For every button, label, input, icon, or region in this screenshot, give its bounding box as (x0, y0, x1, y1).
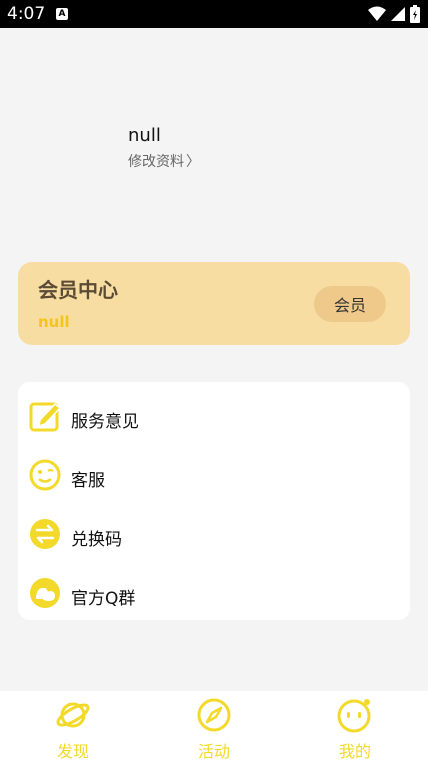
exchange-arrows-icon (30, 519, 60, 549)
nav-tab-label: 发现 (56, 742, 89, 761)
service-label: 官方Q群 (71, 589, 136, 609)
nav-tab-label: 活动 (197, 742, 230, 761)
member-center-title: 会员中心 (38, 278, 118, 302)
member-center-card[interactable]: 会员中心 null 会员 (18, 262, 410, 345)
face-icon (337, 699, 371, 733)
planet-icon (56, 702, 90, 728)
status-icons (368, 5, 420, 23)
wifi-icon (368, 6, 386, 21)
member-status: null (38, 313, 70, 331)
nav-tab-discover[interactable]: 发现 (33, 691, 113, 762)
service-item-feedback[interactable]: 服务意见 (18, 389, 410, 439)
edit-profile-link[interactable]: 修改资料 〉 (128, 151, 200, 171)
service-item-qq-group[interactable]: 官方Q群 (18, 566, 410, 616)
chat-bubbles-icon (30, 578, 60, 608)
cellular-signal-icon (391, 7, 405, 21)
notification-app-icon: A (56, 8, 68, 20)
status-time: 4:07 (7, 4, 46, 24)
battery-icon (410, 5, 420, 23)
member-button[interactable]: 会员 (314, 286, 386, 322)
smile-face-icon (29, 459, 61, 491)
profile-screen: 4:07 A null 修改资料 〉 会员中心 null 会员 服务意见 客服 … (0, 0, 428, 762)
status-bar: 4:07 A (0, 0, 428, 28)
service-label: 兑换码 (71, 530, 122, 550)
nav-tab-activity[interactable]: 活动 (174, 691, 254, 762)
edit-profile-label: 修改资料 (128, 154, 184, 170)
compass-icon (197, 698, 231, 732)
nav-tab-label: 我的 (338, 742, 371, 761)
chevron-right-icon: 〉 (186, 154, 200, 170)
service-label: 服务意见 (71, 412, 139, 432)
bottom-navigation: 发现 活动 我的 (0, 691, 428, 762)
nav-tab-mine[interactable]: 我的 (315, 691, 395, 762)
profile-name: null (128, 125, 161, 146)
service-list: 服务意见 客服 兑换码 官方Q群 (18, 382, 410, 620)
service-label: 客服 (71, 471, 105, 491)
edit-note-icon (29, 402, 62, 432)
service-item-customer-service[interactable]: 客服 (18, 448, 410, 498)
service-item-redeem-code[interactable]: 兑换码 (18, 507, 410, 557)
